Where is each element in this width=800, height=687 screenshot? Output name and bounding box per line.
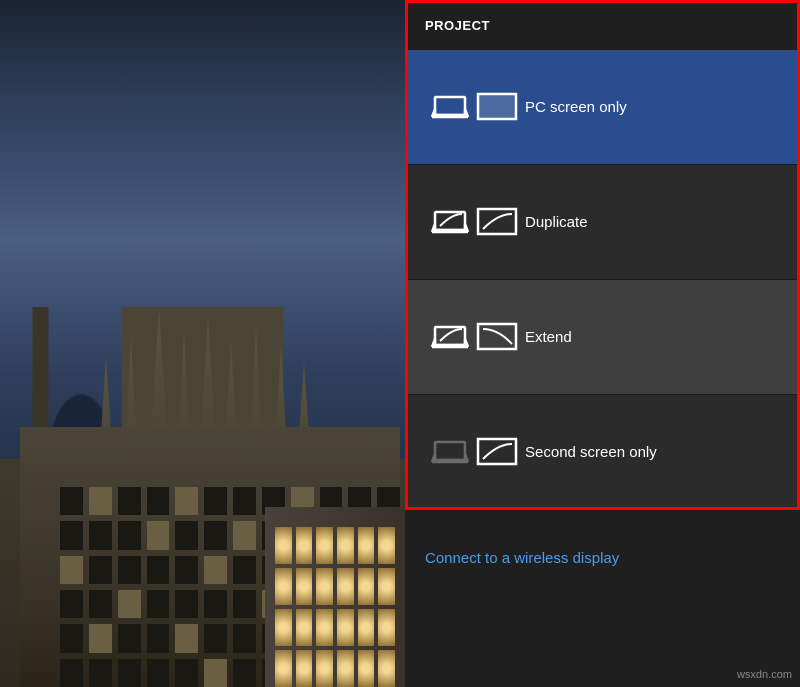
desktop-wallpaper: [0, 0, 405, 687]
pc-screen-only-icon: [430, 87, 525, 127]
connect-wireless-display-link[interactable]: Connect to a wireless display: [425, 550, 619, 567]
option-label: PC screen only: [525, 99, 627, 116]
project-option-pc-screen-only[interactable]: PC screen only: [405, 50, 800, 165]
watermark: wsxdn.com: [737, 669, 792, 681]
panel-header: PROJECT: [405, 0, 800, 50]
option-label: Second screen only: [525, 444, 657, 461]
duplicate-icon: [430, 202, 525, 242]
panel-title: PROJECT: [425, 18, 490, 33]
second-screen-only-icon: [430, 432, 525, 472]
project-option-extend[interactable]: Extend: [405, 280, 800, 395]
wallpaper-building: [0, 307, 405, 687]
extend-icon: [430, 317, 525, 357]
project-option-second-screen-only[interactable]: Second screen only: [405, 395, 800, 510]
option-label: Extend: [525, 329, 572, 346]
project-option-duplicate[interactable]: Duplicate: [405, 165, 800, 280]
project-panel: PROJECT PC screen only: [405, 0, 800, 687]
option-label: Duplicate: [525, 214, 588, 231]
